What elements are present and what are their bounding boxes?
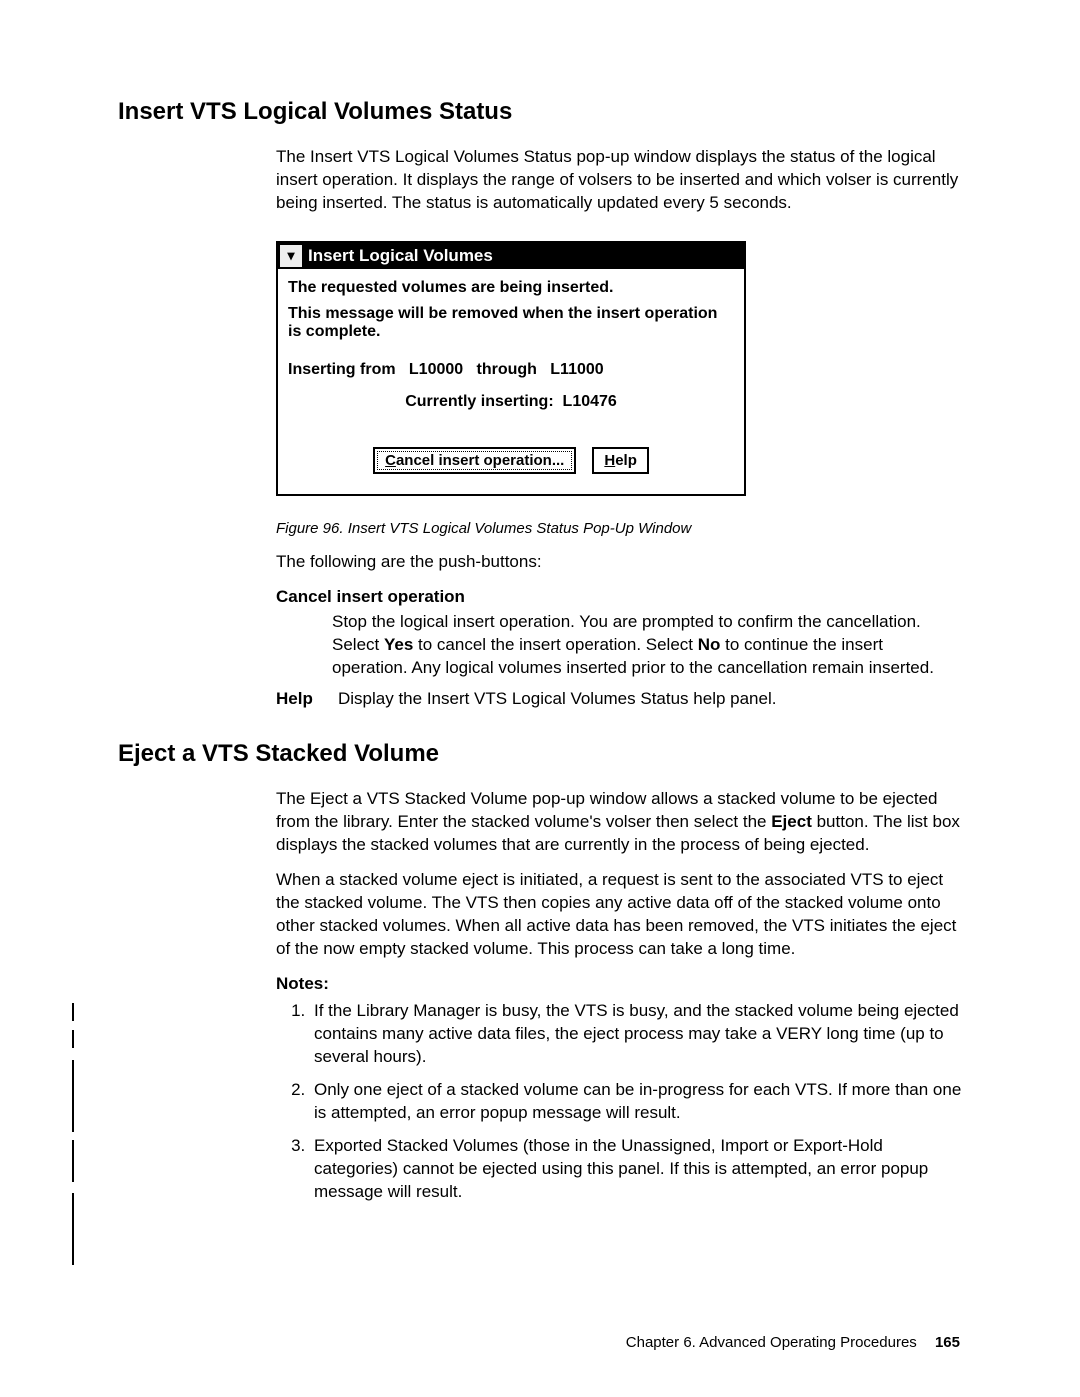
- notes-list: If the Library Manager is busy, the VTS …: [276, 1000, 962, 1204]
- current-volser: L10476: [563, 393, 617, 410]
- button-label-rest: elp: [615, 452, 637, 469]
- change-bar: [72, 1030, 74, 1048]
- eject-body: The Eject a VTS Stacked Volume pop-up wi…: [276, 788, 962, 961]
- figure-caption: Figure 96. Insert VTS Logical Volumes St…: [276, 520, 962, 537]
- popup-button-row: Cancel insert operation... Help: [288, 441, 734, 478]
- cancel-insert-operation-button[interactable]: Cancel insert operation...: [373, 447, 576, 474]
- insert-logical-volumes-popup: ▾ Insert Logical Volumes The requested v…: [276, 241, 746, 496]
- popup-figure: ▾ Insert Logical Volumes The requested v…: [276, 241, 746, 496]
- intro-paragraph: The Insert VTS Logical Volumes Status po…: [276, 146, 962, 215]
- popup-range-line: Inserting from L10000 through L11000: [288, 361, 734, 379]
- page-footer: Chapter 6. Advanced Operating Procedures…: [626, 1334, 960, 1351]
- yes-bold: Yes: [384, 635, 413, 654]
- change-bar: [72, 1140, 74, 1182]
- notes-block: Notes: If the Library Manager is busy, t…: [276, 973, 962, 1203]
- no-bold: No: [698, 635, 721, 654]
- note-item: Exported Stacked Volumes (those in the U…: [310, 1135, 962, 1204]
- text-run: to cancel the insert operation. Select: [413, 635, 697, 654]
- pb-help-term: Help: [276, 688, 320, 711]
- change-bar: [72, 1060, 74, 1132]
- pushbuttons-intro-text: The following are the push-buttons:: [276, 551, 962, 574]
- eject-p1: The Eject a VTS Stacked Volume pop-up wi…: [276, 788, 962, 857]
- popup-message: This message will be removed when the in…: [288, 305, 734, 341]
- pb-cancel-desc: Stop the logical insert operation. You a…: [332, 611, 962, 680]
- range-to: L11000: [550, 361, 603, 378]
- change-bar: [72, 1193, 74, 1265]
- button-label-rest: ancel insert operation...: [396, 452, 564, 469]
- change-bar: [72, 1003, 74, 1021]
- current-prefix: Currently inserting:: [405, 393, 553, 410]
- pb-help-desc: Display the Insert VTS Logical Volumes S…: [338, 688, 962, 711]
- footer-page-number: 165: [935, 1334, 960, 1351]
- mnemonic: C: [385, 452, 396, 469]
- eject-bold: Eject: [771, 812, 812, 831]
- popup-title: Insert Logical Volumes: [308, 246, 493, 266]
- pushbutton-definitions: Cancel insert operation Stop the logical…: [276, 586, 962, 711]
- popup-titlebar: ▾ Insert Logical Volumes: [278, 243, 744, 269]
- popup-body: The requested volumes are being inserted…: [278, 269, 744, 494]
- eject-p2: When a stacked volume eject is initiated…: [276, 869, 962, 961]
- document-page: Insert VTS Logical Volumes Status The In…: [0, 0, 1080, 1397]
- section-heading-eject: Eject a VTS Stacked Volume: [118, 740, 962, 768]
- note-item: If the Library Manager is busy, the VTS …: [310, 1000, 962, 1069]
- mnemonic: H: [604, 452, 615, 469]
- range-prefix: Inserting from: [288, 361, 396, 378]
- window-system-menu-icon[interactable]: ▾: [280, 245, 302, 267]
- popup-current-line: Currently inserting: L10476: [288, 393, 734, 411]
- pb-cancel-term: Cancel insert operation: [276, 586, 962, 609]
- section-intro: The Insert VTS Logical Volumes Status po…: [276, 146, 962, 215]
- section-heading-insert-status: Insert VTS Logical Volumes Status: [118, 98, 962, 126]
- notes-heading: Notes:: [276, 973, 962, 996]
- note-item: Only one eject of a stacked volume can b…: [310, 1079, 962, 1125]
- popup-status-line: The requested volumes are being inserted…: [288, 279, 734, 297]
- help-button[interactable]: Help: [592, 447, 649, 474]
- range-from: L10000: [409, 361, 463, 378]
- pushbuttons-intro: The following are the push-buttons:: [276, 551, 962, 574]
- footer-chapter: Chapter 6. Advanced Operating Procedures: [626, 1334, 917, 1351]
- pb-help-row: Help Display the Insert VTS Logical Volu…: [276, 688, 962, 711]
- range-mid: through: [477, 361, 537, 378]
